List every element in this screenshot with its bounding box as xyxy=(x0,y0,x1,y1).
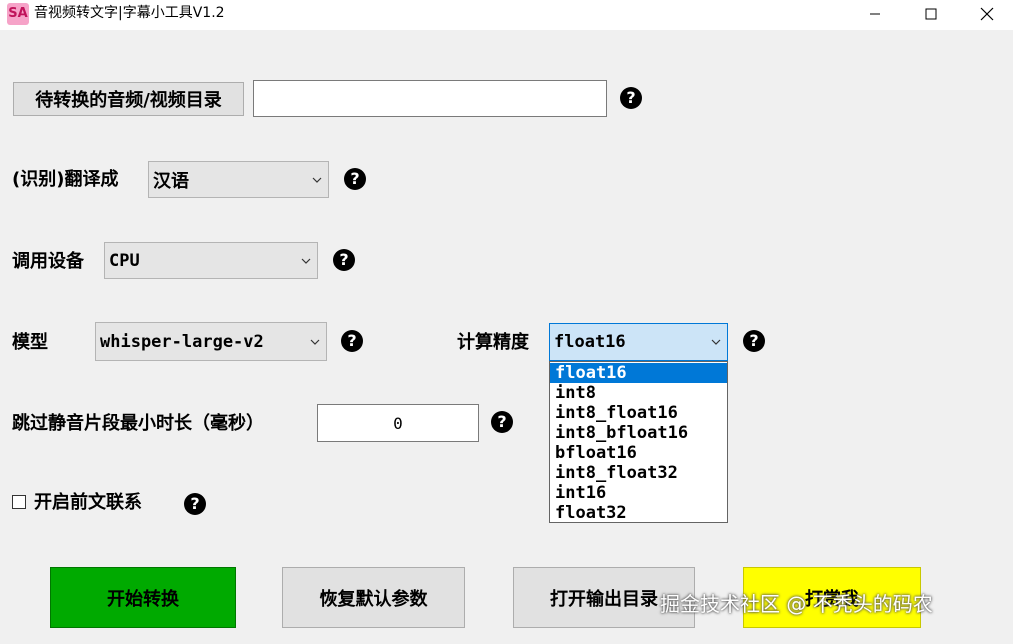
precision-option[interactable]: int8 xyxy=(550,383,727,403)
start-convert-button[interactable]: 开始转换 xyxy=(50,567,236,628)
precision-select[interactable]: float16 xyxy=(549,323,728,361)
select-source-dir-button[interactable]: 待转换的音频/视频目录 xyxy=(13,82,244,116)
device-help-icon[interactable]: ? xyxy=(333,249,355,271)
precision-dropdown-list: float16 int8 int8_float16 int8_bfloat16 … xyxy=(549,361,728,523)
silence-help-icon[interactable]: ? xyxy=(491,411,513,433)
precision-option[interactable]: float32 xyxy=(550,503,727,523)
chevron-down-icon xyxy=(295,243,317,278)
precision-help-icon[interactable]: ? xyxy=(743,330,765,352)
title-bar: SA 音视频转文字|字幕小工具V1.2 xyxy=(0,0,1013,30)
device-select-value: CPU xyxy=(109,250,140,271)
precision-label: 计算精度 xyxy=(457,332,529,353)
precision-option[interactable]: float16 xyxy=(550,363,727,383)
reset-defaults-button[interactable]: 恢复默认参数 xyxy=(282,567,465,628)
minimize-icon xyxy=(870,13,880,15)
chevron-down-icon xyxy=(304,323,326,360)
translate-label: (识别)翻译成 xyxy=(12,169,119,190)
source-dir-help-icon[interactable]: ? xyxy=(620,87,642,109)
model-label: 模型 xyxy=(12,332,48,353)
maximize-button[interactable] xyxy=(908,0,954,28)
model-select-value: whisper-large-v2 xyxy=(100,331,264,352)
precision-option[interactable]: bfloat16 xyxy=(550,443,727,463)
close-button[interactable] xyxy=(964,0,1010,28)
precision-select-value: float16 xyxy=(554,332,626,352)
precision-option[interactable]: int8_float32 xyxy=(550,463,727,483)
silence-label: 跳过静音片段最小时长（毫秒） xyxy=(12,413,264,434)
chevron-down-icon xyxy=(705,324,727,360)
chevron-down-icon xyxy=(306,162,328,197)
context-help-icon[interactable]: ? xyxy=(184,493,206,515)
close-icon xyxy=(980,7,994,21)
translate-help-icon[interactable]: ? xyxy=(344,168,366,190)
watermark: 掘金技术社区 @ 不秃头的码农 xyxy=(660,592,933,616)
device-select[interactable]: CPU xyxy=(104,242,318,279)
source-dir-input[interactable] xyxy=(253,80,607,117)
translate-select[interactable]: 汉语 xyxy=(148,161,329,198)
context-checkbox[interactable] xyxy=(12,495,26,509)
maximize-icon xyxy=(925,8,937,20)
model-select[interactable]: whisper-large-v2 xyxy=(95,322,327,361)
precision-option[interactable]: int16 xyxy=(550,483,727,503)
silence-input[interactable]: 0 xyxy=(317,404,479,442)
precision-option[interactable]: int8_bfloat16 xyxy=(550,423,727,443)
device-label: 调用设备 xyxy=(12,251,84,272)
minimize-button[interactable] xyxy=(852,0,898,28)
model-help-icon[interactable]: ? xyxy=(341,330,363,352)
window-title: 音视频转文字|字幕小工具V1.2 xyxy=(34,5,225,21)
precision-option[interactable]: int8_float16 xyxy=(550,403,727,423)
translate-select-value: 汉语 xyxy=(153,170,189,192)
app-icon: SA xyxy=(7,3,29,25)
context-label[interactable]: 开启前文联系 xyxy=(34,491,142,515)
